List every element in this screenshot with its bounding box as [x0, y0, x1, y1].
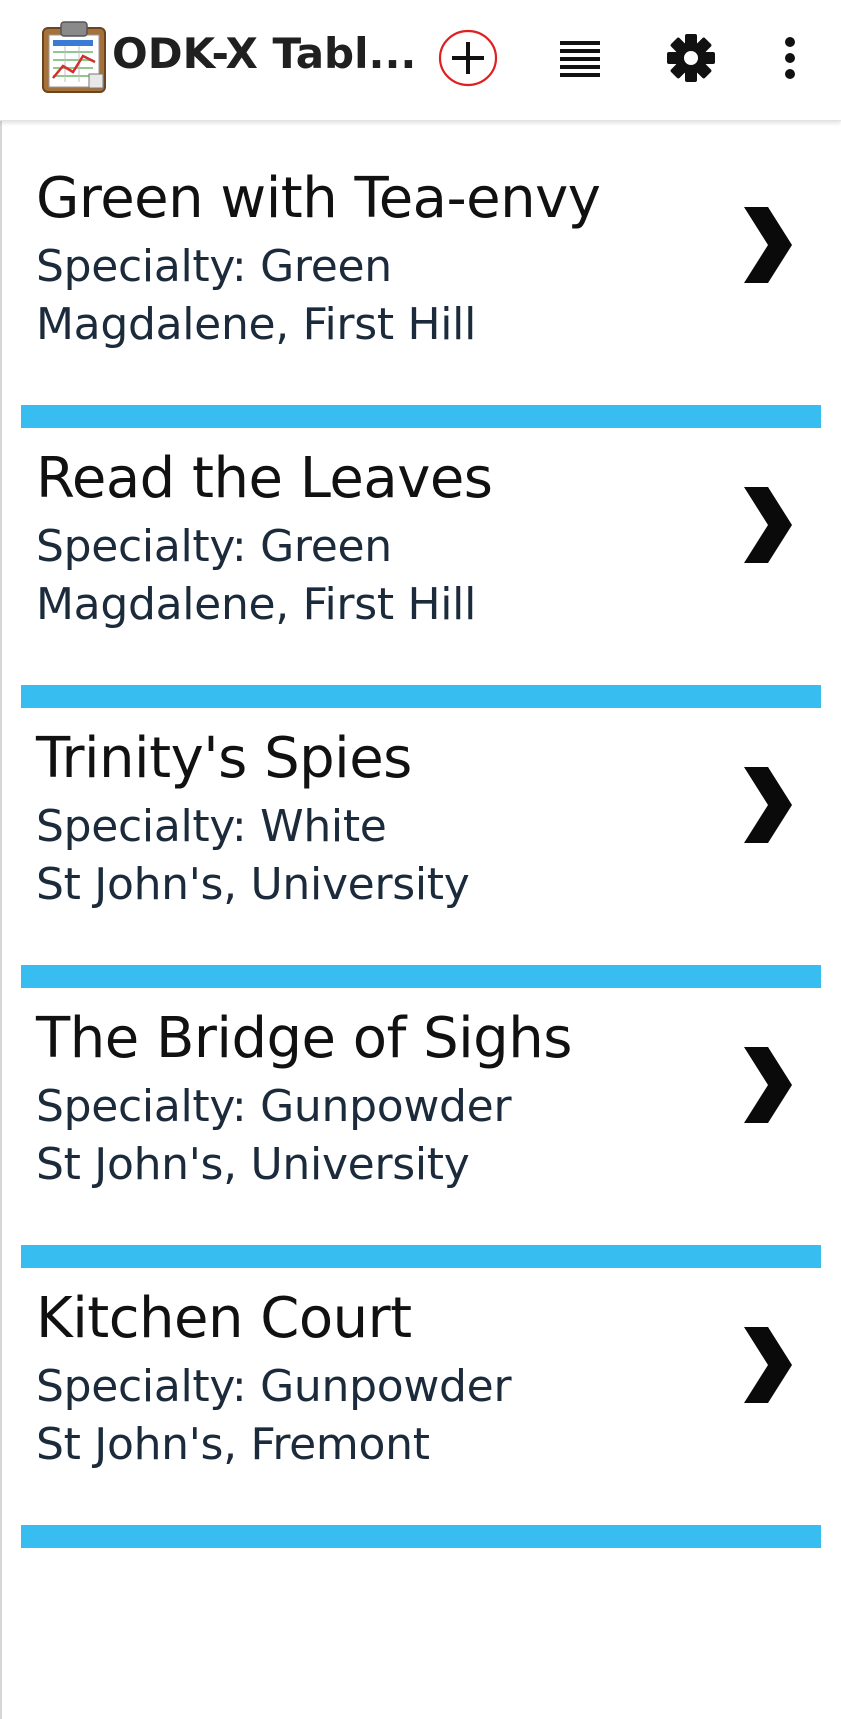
item-location: St John's, Fremont — [36, 1419, 430, 1470]
list-item[interactable]: Trinity's Spies Specialty: White St John… — [0, 681, 841, 988]
chevron-right-icon[interactable] — [738, 481, 796, 569]
item-location: St John's, University — [36, 1139, 470, 1190]
chevron-right-icon[interactable] — [738, 1041, 796, 1129]
chevron-right-icon[interactable] — [738, 201, 796, 289]
item-specialty: Specialty: Green — [36, 241, 392, 292]
item-specialty: Specialty: Gunpowder — [36, 1081, 512, 1132]
item-location: Magdalene, First Hill — [36, 299, 477, 350]
item-location: Magdalene, First Hill — [36, 579, 477, 630]
item-specialty: Specialty: Green — [36, 521, 392, 572]
item-name: Kitchen Court — [36, 1286, 412, 1351]
item-divider — [21, 1525, 821, 1548]
more-options-button[interactable] — [750, 18, 830, 98]
app-title: ODK-X Tabl... — [112, 29, 417, 78]
add-row-button[interactable] — [428, 18, 508, 98]
item-name: The Bridge of Sighs — [36, 1006, 572, 1071]
list-item[interactable]: Read the Leaves Specialty: Green Magdale… — [0, 401, 841, 708]
gear-icon — [667, 34, 715, 82]
add-circle-icon — [438, 29, 498, 87]
list-item[interactable]: Kitchen Court Specialty: Gunpowder St Jo… — [0, 1241, 841, 1548]
settings-button[interactable] — [651, 18, 731, 98]
chevron-right-icon[interactable] — [738, 1321, 796, 1409]
list-item[interactable]: Green with Tea-envy Specialty: Green Mag… — [0, 121, 841, 428]
item-name: Trinity's Spies — [36, 726, 412, 791]
more-vertical-icon — [785, 37, 795, 79]
view-list-button[interactable] — [540, 18, 620, 98]
item-name: Green with Tea-envy — [36, 166, 601, 231]
list-item[interactable]: The Bridge of Sighs Specialty: Gunpowder… — [0, 961, 841, 1268]
app-bar: ODK-X Tabl... — [0, 0, 841, 121]
item-specialty: Specialty: White — [36, 801, 387, 852]
clipboard-chart-icon — [42, 21, 106, 93]
item-name: Read the Leaves — [36, 446, 493, 511]
item-location: St John's, University — [36, 859, 470, 910]
list-lines-icon — [560, 41, 600, 77]
item-specialty: Specialty: Gunpowder — [36, 1361, 512, 1412]
chevron-right-icon[interactable] — [738, 761, 796, 849]
